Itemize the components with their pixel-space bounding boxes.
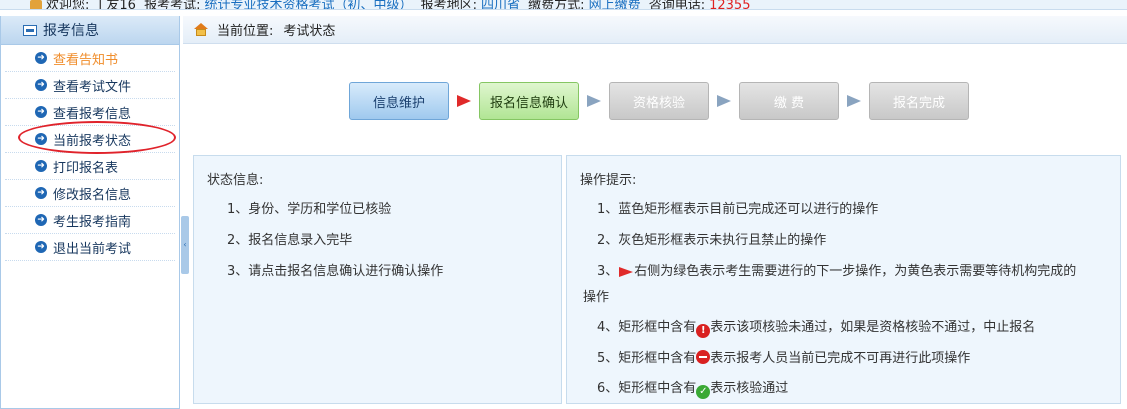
process-steps: 信息维护 报名信息确认 资格核验 缴 费 报名完成 <box>349 81 969 121</box>
sidebar-item-guide[interactable]: ➜ 考生报考指南 <box>5 207 175 234</box>
status-title: 状态信息: <box>207 173 264 188</box>
red-arrow-icon <box>619 266 634 277</box>
sidebar-item-exit-exam[interactable]: ➜ 退出当前考试 <box>5 234 175 261</box>
error-icon: ! <box>696 324 711 338</box>
step-confirm-registration[interactable]: 报名信息确认 <box>479 82 579 120</box>
phone-number: 12355 <box>709 0 751 10</box>
home-icon[interactable] <box>193 22 209 37</box>
user-icon <box>30 0 42 9</box>
sidebar-item-current-status[interactable]: ➜ 当前报考状态 <box>5 126 175 153</box>
check-icon: ✓ <box>696 385 711 399</box>
tip-line: 5、矩形框中含有 表示报考人员当前已完成不可再进行此项操作 <box>597 350 971 366</box>
step-complete: 报名完成 <box>869 82 969 120</box>
sidebar-item-exam-files[interactable]: ➜ 查看考试文件 <box>5 72 175 99</box>
tip-line: 2、灰色矩形框表示未执行且禁止的操作 <box>597 233 827 248</box>
sidebar-item-notice[interactable]: ➜ 查看告知书 <box>5 45 175 72</box>
top-info-bar: 欢迎您: 丁友16 报考考试: 统计专业技术资格考试（初、中级） 报考地区: 四川省 … <box>0 0 1127 10</box>
region-name: 四川省 <box>481 0 521 10</box>
breadcrumb: 当前位置: 考试状态 <box>183 16 1127 44</box>
tip-line: 3、 右侧为绿色表示考生需要进行的下一步操作，为黄色表示需要等待机构完成的 <box>597 264 1077 279</box>
step-qualification-check: 资格核验 <box>609 82 709 120</box>
sidebar-collapse-handle[interactable]: ‹ <box>181 216 189 274</box>
sidebar-item-print-form[interactable]: ➜ 打印报名表 <box>5 153 175 180</box>
status-panel: 状态信息: 1、身份、学历和学位已核验 2、报名信息录入完毕 3、请点击报名信息… <box>193 155 562 404</box>
status-line: 2、报名信息录入完毕 <box>227 233 353 248</box>
stop-icon <box>696 350 711 364</box>
step-arrow-icon <box>839 82 869 120</box>
payment-method: 网上缴费 <box>588 0 641 10</box>
arrow-right-icon: ➜ <box>35 214 47 226</box>
step-arrow-icon <box>449 82 479 120</box>
sidebar-header[interactable]: 报考信息 <box>1 16 179 45</box>
arrow-right-icon: ➜ <box>35 79 47 91</box>
region-label: 报考地区: <box>420 0 478 10</box>
exam-name: 统计专业技术资格考试（初、中级） <box>204 0 413 10</box>
arrow-right-icon: ➜ <box>35 187 47 199</box>
status-line: 3、请点击报名信息确认进行确认操作 <box>227 264 444 279</box>
tip-line: 1、蓝色矩形框表示目前已完成还可以进行的操作 <box>597 202 879 217</box>
arrow-right-icon: ➜ <box>35 160 47 172</box>
collapse-icon <box>23 24 37 36</box>
sidebar-menu: ➜ 查看告知书 ➜ 查看考试文件 ➜ 查看报考信息 ➜ 当前报考状态 ➜ 打印报名表 ➜ 修… <box>1 45 179 261</box>
arrow-right-icon: ➜ <box>35 106 47 118</box>
step-arrow-icon <box>709 82 739 120</box>
arrow-right-icon: ➜ <box>35 241 47 253</box>
tips-panel: 操作提示: 1、蓝色矩形框表示目前已完成还可以进行的操作 2、灰色矩形框表示未执… <box>566 155 1121 404</box>
sidebar-item-registration-info[interactable]: ➜ 查看报考信息 <box>5 99 175 126</box>
tips-title: 操作提示: <box>580 173 637 188</box>
step-payment: 缴 费 <box>739 82 839 120</box>
phone-label: 咨询电话: <box>648 0 706 10</box>
sidebar: 报考信息 ➜ 查看告知书 ➜ 查看考试文件 ➜ 查看报考信息 ➜ 当前报考状态 ➜ 打印报… <box>0 16 180 409</box>
arrow-right-icon: ➜ <box>35 52 47 64</box>
status-line: 1、身份、学历和学位已核验 <box>227 202 392 217</box>
breadcrumb-current: 考试状态 <box>283 24 336 39</box>
step-arrow-icon <box>579 82 609 120</box>
step-info-maintenance[interactable]: 信息维护 <box>349 82 449 120</box>
sidebar-title: 报考信息 <box>43 23 99 39</box>
breadcrumb-label: 当前位置: <box>217 24 274 39</box>
tip-line-wrap: 操作 <box>583 290 610 305</box>
sidebar-item-edit-info[interactable]: ➜ 修改报名信息 <box>5 180 175 207</box>
tip-line: 6、矩形框中含有 ✓ 表示核验通过 <box>597 381 789 399</box>
user-name: 丁友16 <box>93 0 136 10</box>
welcome-label: 欢迎您: <box>46 0 90 10</box>
tip-line: 4、矩形框中含有! 表示该项核验未通过，如果是资格核验不通过，中止报名 <box>597 320 1036 338</box>
payment-label: 缴费方式: <box>528 0 585 10</box>
exam-label: 报考考试: <box>144 0 201 10</box>
arrow-right-icon: ➜ <box>35 133 47 145</box>
